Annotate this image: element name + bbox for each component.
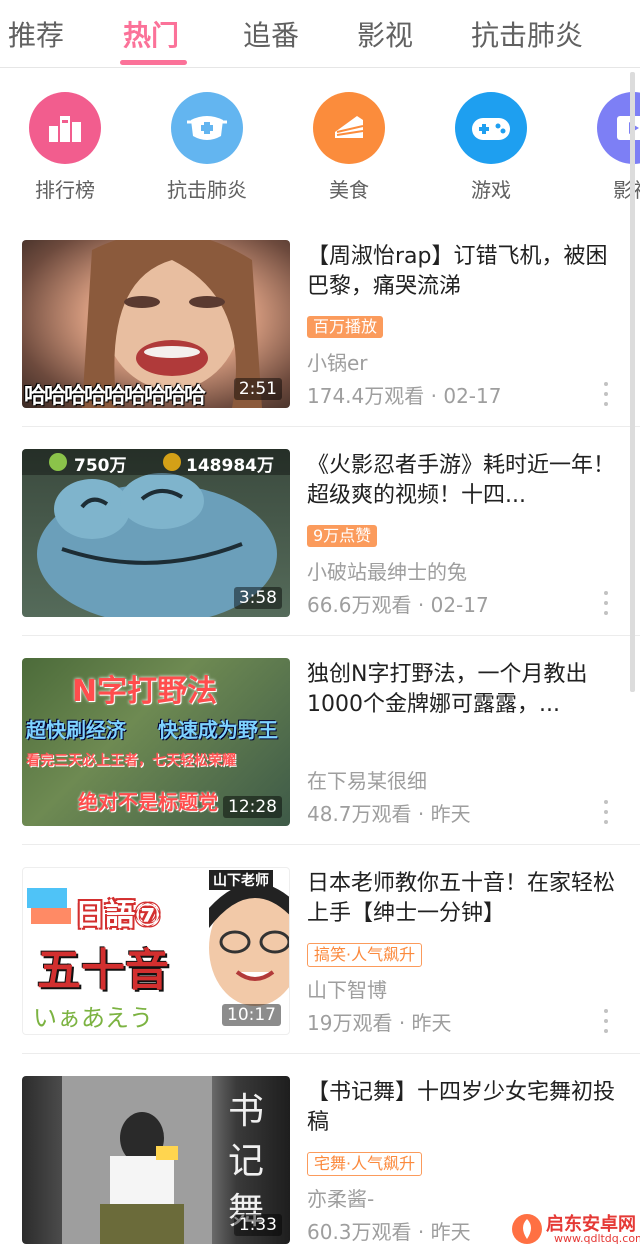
video-views: 19万观看 [307,1011,393,1035]
video-views: 48.7万观看 [307,802,412,826]
category-games[interactable]: 游戏 [436,86,546,204]
video-card[interactable]: 日語⑦ 五十音 山下老师 いぁあえう 10:17 日本老师教你五十音！在家轻松上… [0,845,640,1054]
video-date: 02-17 [443,384,502,408]
category-row: 排行榜 抗击肺炎 美食 游戏 影视 [0,86,640,206]
video-badge: 宅舞·人气飙升 [307,1152,423,1176]
video-meta: 48.7万观看 · 昨天 [307,798,471,827]
video-title[interactable]: 独创N字打野法，一个月教出1000个金牌娜可露露，... [307,660,617,720]
video-card[interactable]: 750万 148984万 3:58 《火影忍者手游》耗时近一年！超级爽的视频！十… [0,427,640,636]
video-duration: 2:51 [233,378,282,400]
video-meta: 66.6万观看 · 02-17 [307,589,489,618]
thumbnail-text-sub: 看完三天必上王者，七天轻松荣耀 [26,753,236,769]
video-duration: 3:58 [233,587,282,609]
video-card[interactable]: 哈哈哈哈哈哈哈哈哈 2:51 【周淑怡rap】订错飞机，被困巴黎，痛哭流涕 百万… [0,218,640,427]
video-date: 昨天 [430,1220,471,1244]
category-ranking[interactable]: 排行榜 [10,86,120,204]
meta-separator: · [430,384,437,408]
more-options-icon[interactable] [598,800,614,824]
category-label: 排行榜 [35,178,95,202]
category-food[interactable]: 美食 [294,86,404,204]
video-meta: 174.4万观看 · 02-17 [307,380,501,409]
video-author[interactable]: 在下易某很细 [307,765,427,794]
video-author[interactable]: 山下智博 [307,974,387,1003]
thumbnail-text-big: 五十音 [37,945,169,996]
tab-movies[interactable]: 影视 [357,14,413,54]
tab-popular[interactable]: 热门 [123,14,179,54]
video-card[interactable]: N字打野法 超快刷经济 快速成为野王 看完三天必上王者，七天轻松荣耀 绝对不是标… [0,636,640,845]
ranking-icon [29,92,101,164]
video-views: 60.3万观看 [307,1220,412,1244]
category-label: 抗击肺炎 [167,178,247,202]
video-date: 昨天 [430,802,471,826]
video-title[interactable]: 日本老师教你五十音！在家轻松上手【绅士一分钟】 [307,869,617,929]
thumbnail-stat-left: 750万 [74,456,127,476]
more-options-icon[interactable] [598,591,614,615]
watermark-url: www.qdltdq.com [554,1232,640,1245]
video-thumbnail[interactable]: 日語⑦ 五十音 山下老师 いぁあえう 10:17 [22,867,290,1035]
watermark-logo-icon [512,1214,542,1244]
category-label: 游戏 [471,178,511,202]
thumbnail-text-1: 书 [228,1091,265,1132]
video-meta: 60.3万观看 · 昨天 [307,1216,471,1245]
video-thumbnail[interactable]: 750万 148984万 3:58 [22,449,290,617]
video-duration: 1:33 [233,1214,282,1236]
thumbnail-text-top: 日語⑦ [75,898,161,933]
video-views: 66.6万观看 [307,593,412,617]
thumbnail-text-bottom: 绝对不是标题党 [78,790,218,814]
mask-icon [171,92,243,164]
video-thumbnail[interactable]: 书 记 舞 1:33 [22,1076,290,1244]
thumbnail-text-main: N字打野法 [72,674,218,709]
video-thumbnail[interactable]: 哈哈哈哈哈哈哈哈哈 2:51 [22,240,290,408]
video-duration: 12:28 [223,796,282,818]
video-meta: 19万观看 · 昨天 [307,1007,452,1036]
video-duration: 10:17 [222,1004,281,1026]
video-author[interactable]: 小锅er [307,347,368,376]
meta-separator: · [417,802,425,826]
thumbnail-stat-right: 148984万 [186,456,274,476]
thumbnail-text-kana: いぁあえう [33,1004,153,1032]
meta-separator: · [417,1220,425,1244]
video-date: 02-17 [430,593,489,617]
video-thumbnail[interactable]: N字打野法 超快刷经济 快速成为野王 看完三天必上王者，七天轻松荣耀 绝对不是标… [22,658,290,826]
watermark: 启东安卓网 www.qdltdq.com [508,1210,640,1250]
category-fight-pneumonia[interactable]: 抗击肺炎 [152,86,262,204]
video-author[interactable]: 小破站最绅士的兔 [307,556,467,585]
thumbnail-text-right: 快速成为野王 [158,718,278,742]
video-title[interactable]: 《火影忍者手游》耗时近一年！超级爽的视频！十四... [307,451,617,511]
thumbnail-text-left: 超快刷经济 [26,718,126,742]
thumbnail-text-tag: 山下老师 [209,870,273,890]
video-title[interactable]: 【书记舞】十四岁少女宅舞初投稿 [307,1078,617,1138]
video-title[interactable]: 【周淑怡rap】订错飞机，被困巴黎，痛哭流涕 [307,242,617,302]
tab-fight-pneumonia[interactable]: 抗击肺炎 [471,14,583,54]
thumbnail-caption: 哈哈哈哈哈哈哈哈哈 [24,384,206,408]
tab-recommend[interactable]: 推荐 [8,14,64,54]
video-author[interactable]: 亦柔酱- [307,1183,374,1212]
scrollbar[interactable] [630,72,635,692]
tab-bangumi[interactable]: 追番 [243,14,299,54]
video-badge: 搞笑·人气飙升 [307,943,423,967]
video-badge: 百万播放 [307,316,384,338]
meta-separator: · [398,1011,406,1035]
gamepad-icon [455,92,527,164]
video-views: 174.4万观看 [307,384,425,408]
video-badge: 9万点赞 [307,525,378,547]
meta-separator: · [417,593,425,617]
active-tab-indicator [120,60,187,65]
category-label: 美食 [329,178,369,202]
video-date: 昨天 [411,1011,452,1035]
cake-icon [313,92,385,164]
top-tab-bar: 推荐 热门 追番 影视 抗击肺炎 [0,0,640,68]
more-options-icon[interactable] [598,1009,614,1033]
thumbnail-text-2: 记 [228,1141,265,1182]
more-options-icon[interactable] [598,382,614,406]
